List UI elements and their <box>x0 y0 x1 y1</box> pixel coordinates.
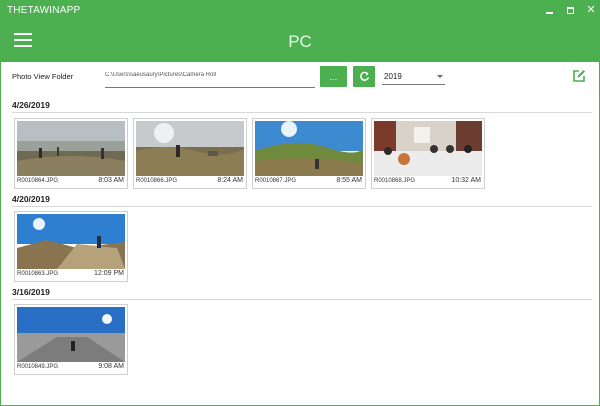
photo-filename: R0010867.JPG <box>255 178 297 184</box>
date-heading: 3/16/2019 <box>12 287 50 297</box>
app-title: THETAWINAPP <box>7 5 81 16</box>
photo-folder-input[interactable]: C:\Users\saeusaury\Pictures\Camera Roll <box>105 67 315 88</box>
photo-time: 9:08 AM <box>98 363 124 370</box>
photo-thumbnail[interactable]: R0010863.JPG 12:09 PM <box>14 211 128 282</box>
close-button[interactable]: ✕ <box>584 3 598 17</box>
photo-filename: R0010868.JPG <box>374 178 416 184</box>
photo-time: 8:03 AM <box>98 177 124 184</box>
photo-time: 8:55 AM <box>336 177 362 184</box>
year-select[interactable]: 2019 <box>382 69 445 85</box>
refresh-button[interactable] <box>353 66 375 87</box>
photo-filename: R0010863.JPG <box>17 271 59 277</box>
edit-icon <box>573 70 585 82</box>
minimize-button[interactable] <box>542 3 556 17</box>
refresh-icon <box>359 71 369 81</box>
photo-thumbnail[interactable]: R0010864.JPG 8:03 AM <box>14 118 128 189</box>
maximize-icon <box>566 6 574 14</box>
title-bar: THETAWINAPP ✕ <box>1 1 599 20</box>
year-value: 2019 <box>384 72 402 81</box>
photo-thumbnail[interactable]: R0010867.JPG 8:55 AM <box>252 118 366 189</box>
photo-image <box>17 121 125 176</box>
edit-button[interactable] <box>572 69 586 83</box>
chevron-down-icon <box>437 75 443 78</box>
photo-image <box>255 121 363 176</box>
close-icon: ✕ <box>586 3 596 16</box>
divider <box>12 206 592 207</box>
date-heading: 4/26/2019 <box>12 100 50 110</box>
photo-time: 12:09 PM <box>94 270 124 277</box>
photo-filename: R0010866.JPG <box>136 178 178 184</box>
maximize-button[interactable] <box>563 3 577 17</box>
photo-filename: R0010864.JPG <box>17 178 59 184</box>
photo-time: 10:32 AM <box>451 177 481 184</box>
minimize-icon <box>545 12 553 14</box>
page-title: PC <box>288 32 312 51</box>
divider <box>12 112 592 113</box>
divider <box>12 299 592 300</box>
photo-image <box>17 214 125 269</box>
photo-image <box>136 121 244 176</box>
photo-filename: R0010849.JPG <box>17 364 59 370</box>
browse-button[interactable]: ... <box>320 66 347 87</box>
photo-image <box>374 121 482 176</box>
photo-thumbnail[interactable]: R0010866.JPG 8:24 AM <box>133 118 247 189</box>
app-header: PC <box>1 20 599 62</box>
photo-thumbnail[interactable]: R0010868.JPG 10:32 AM <box>371 118 485 189</box>
photo-thumbnail[interactable]: R0010849.JPG 9:08 AM <box>14 304 128 375</box>
photo-folder-label: Photo View Folder <box>12 72 74 81</box>
photo-time: 8:24 AM <box>217 177 243 184</box>
photo-image <box>17 307 125 362</box>
date-heading: 4/20/2019 <box>12 194 50 204</box>
app-window: THETAWINAPP ✕ PC Photo View Folder C:\Us… <box>0 0 600 406</box>
